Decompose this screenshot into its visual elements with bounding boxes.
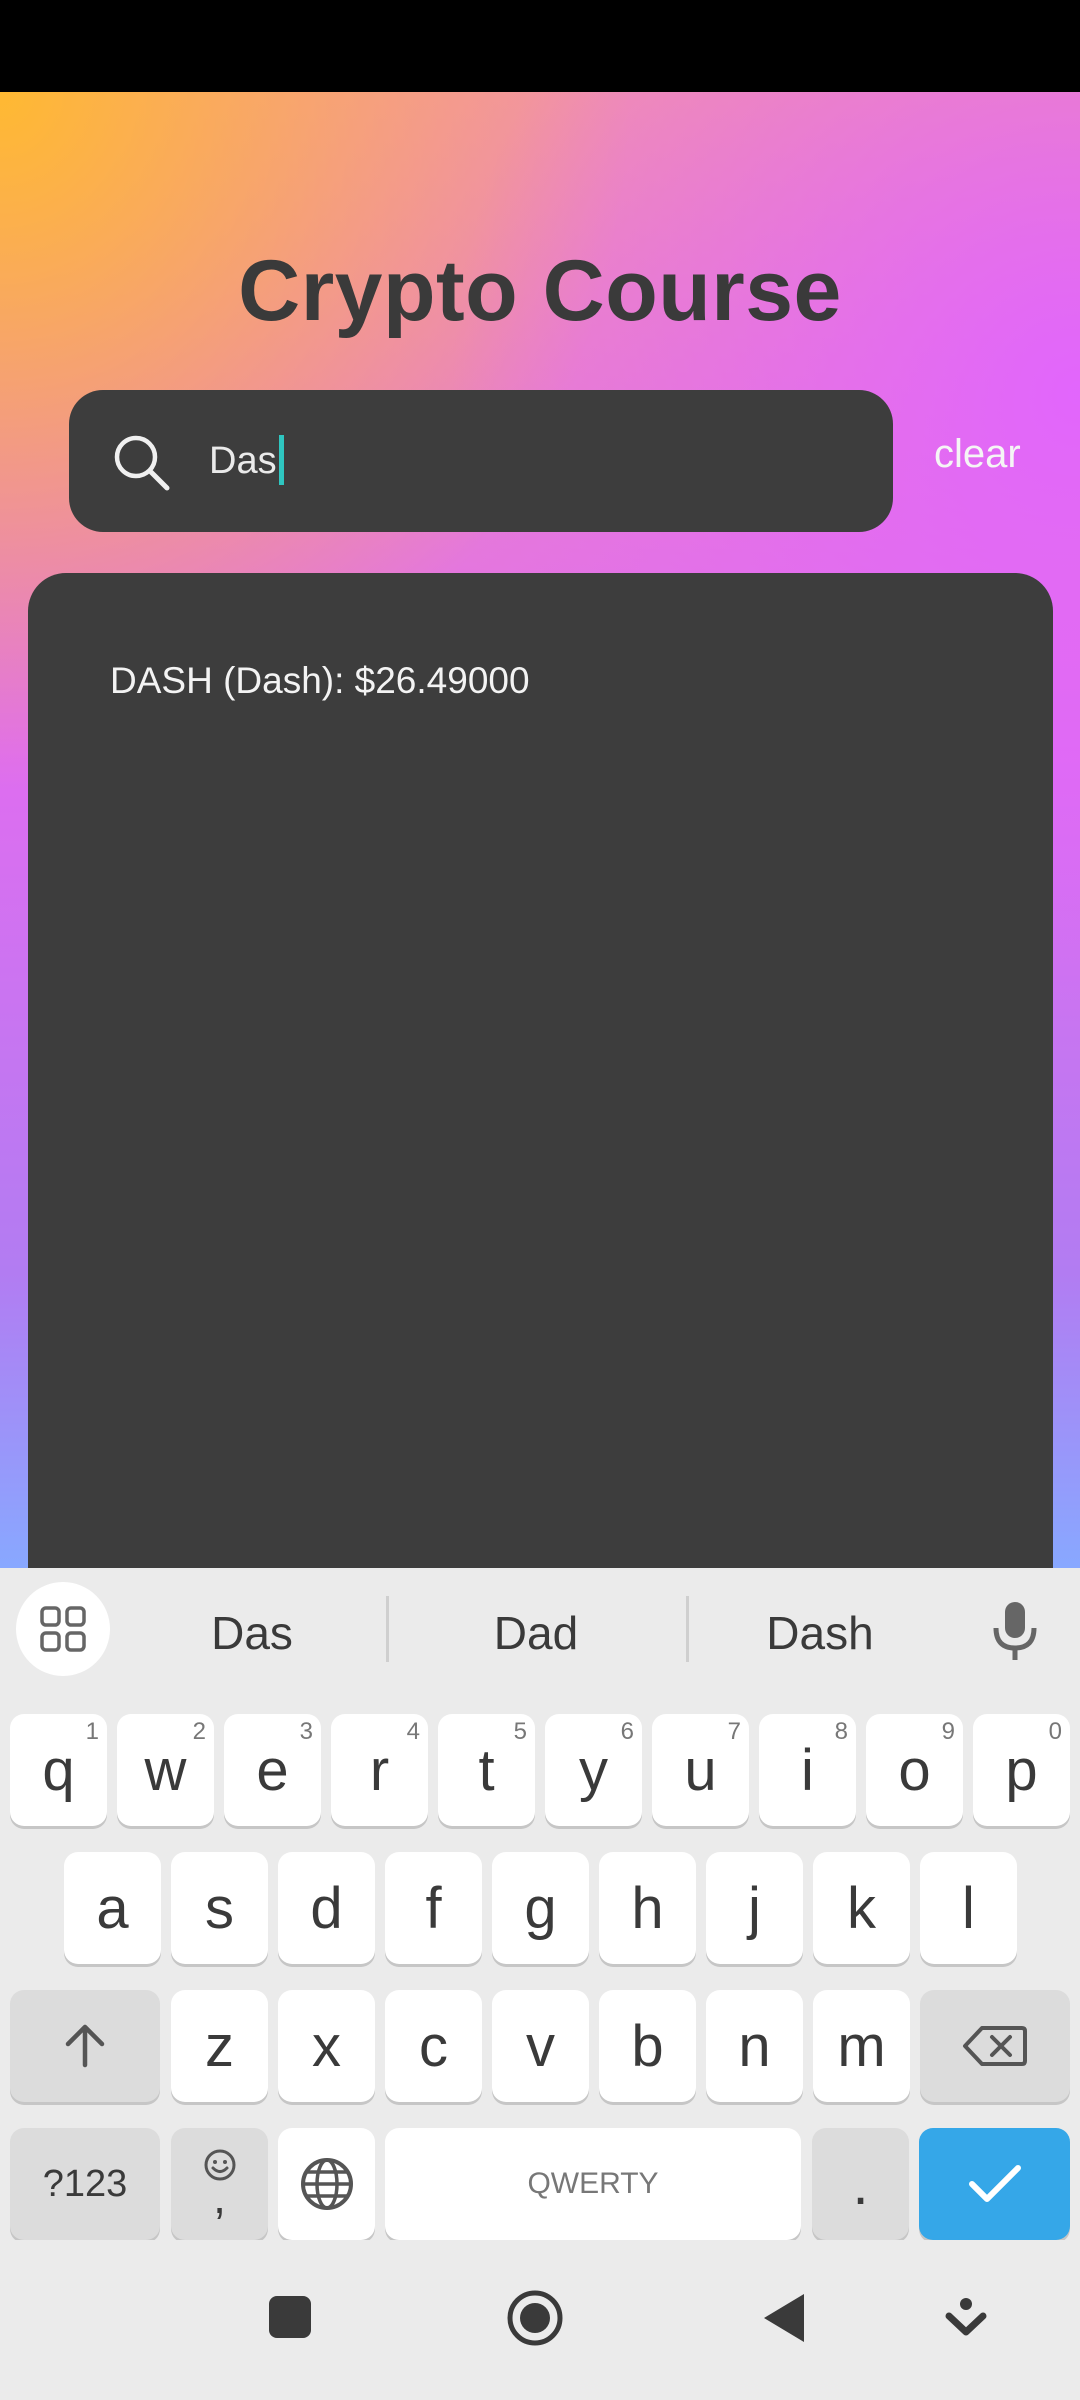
key-x[interactable]: x — [278, 1990, 375, 2102]
key-hint: 3 — [299, 1718, 313, 1745]
suggestion-1[interactable]: Das — [122, 1606, 382, 1660]
key-r[interactable]: r4 — [331, 1714, 428, 1826]
key-g[interactable]: g — [492, 1852, 589, 1964]
search-input-value: Das — [209, 434, 284, 488]
checkmark-icon — [968, 2165, 1021, 2202]
globe-icon — [300, 2158, 353, 2210]
key-n[interactable]: n — [706, 1990, 803, 2102]
search-icon — [114, 435, 170, 491]
key-p[interactable]: p0 — [973, 1714, 1070, 1826]
text-caret — [278, 434, 284, 485]
key-m[interactable]: m — [813, 1990, 910, 2102]
key-k[interactable]: k — [813, 1852, 910, 1964]
key-e[interactable]: e3 — [224, 1714, 321, 1826]
hide-keyboard-icon[interactable] — [945, 2296, 987, 2342]
key-label: o — [898, 1737, 931, 1803]
key-label: y — [579, 1737, 608, 1803]
key-j[interactable]: j — [706, 1852, 803, 1964]
space-key[interactable]: QWERTY — [385, 2128, 801, 2240]
key-label: w — [144, 1737, 187, 1803]
key-label: p — [1005, 1737, 1038, 1803]
key-z[interactable]: z — [171, 1990, 268, 2102]
comma-emoji-key[interactable]: , — [171, 2128, 268, 2240]
key-hint: 2 — [192, 1718, 206, 1745]
globe-key[interactable] — [278, 2128, 375, 2240]
enter-key[interactable] — [919, 2128, 1070, 2240]
key-i[interactable]: i8 — [759, 1714, 856, 1826]
backspace-key[interactable] — [920, 1990, 1070, 2102]
key-y[interactable]: y6 — [545, 1714, 642, 1826]
home-icon[interactable] — [505, 2288, 565, 2348]
key-s[interactable]: s — [171, 1852, 268, 1964]
comma-label: , — [213, 2171, 226, 2223]
key-hint: 1 — [85, 1718, 99, 1745]
key-label: e — [256, 1737, 289, 1803]
back-icon[interactable] — [758, 2290, 808, 2346]
results-panel: DASH (Dash): $26.49000 — [28, 573, 1053, 1568]
result-item[interactable]: DASH (Dash): $26.49000 — [110, 660, 530, 702]
key-t[interactable]: t5 — [438, 1714, 535, 1826]
key-f[interactable]: f — [385, 1852, 482, 1964]
shift-icon — [65, 2024, 105, 2068]
recents-icon[interactable] — [267, 2294, 313, 2340]
key-u[interactable]: u7 — [652, 1714, 749, 1826]
clear-button[interactable]: clear — [934, 432, 1021, 477]
key-a[interactable]: a — [64, 1852, 161, 1964]
key-hint: 7 — [727, 1718, 741, 1745]
apps-grid-icon — [40, 1606, 86, 1652]
microphone-icon[interactable] — [988, 1598, 1042, 1664]
key-label: u — [684, 1737, 717, 1803]
key-o[interactable]: o9 — [866, 1714, 963, 1826]
key-hint: 8 — [834, 1718, 848, 1745]
key-h[interactable]: h — [599, 1852, 696, 1964]
suggestion-divider — [386, 1596, 389, 1662]
key-hint: 4 — [406, 1718, 420, 1745]
key-hint: 9 — [941, 1718, 955, 1745]
key-label: i — [801, 1737, 814, 1803]
key-hint: 6 — [620, 1718, 634, 1745]
suggestion-3[interactable]: Dash — [690, 1606, 950, 1660]
suggestion-bar: Das Dad Dash — [0, 1568, 1080, 1694]
system-nav-bar — [0, 2240, 1080, 2400]
key-v[interactable]: v — [492, 1990, 589, 2102]
search-input[interactable]: Das — [69, 390, 893, 532]
key-q[interactable]: q1 — [10, 1714, 107, 1826]
key-label: q — [42, 1737, 75, 1803]
suggestion-2[interactable]: Dad — [406, 1606, 666, 1660]
app-screen: Crypto Course Das clear DASH (Dash): $26… — [0, 92, 1080, 1568]
key-label: t — [478, 1737, 495, 1803]
shift-key[interactable] — [10, 1990, 160, 2102]
key-b[interactable]: b — [599, 1990, 696, 2102]
suggestion-divider — [686, 1596, 689, 1662]
key-l[interactable]: l — [920, 1852, 1017, 1964]
key-w[interactable]: w2 — [117, 1714, 214, 1826]
backspace-icon — [963, 2026, 1027, 2066]
status-bar — [0, 0, 1080, 92]
key-label: r — [369, 1737, 390, 1803]
keyboard-apps-button[interactable] — [16, 1582, 110, 1676]
key-c[interactable]: c — [385, 1990, 482, 2102]
symbols-key[interactable]: ?123 — [10, 2128, 160, 2240]
key-hint: 0 — [1048, 1718, 1062, 1745]
period-key[interactable]: . — [812, 2128, 909, 2240]
key-hint: 5 — [513, 1718, 527, 1745]
key-d[interactable]: d — [278, 1852, 375, 1964]
page-title: Crypto Course — [238, 243, 842, 339]
